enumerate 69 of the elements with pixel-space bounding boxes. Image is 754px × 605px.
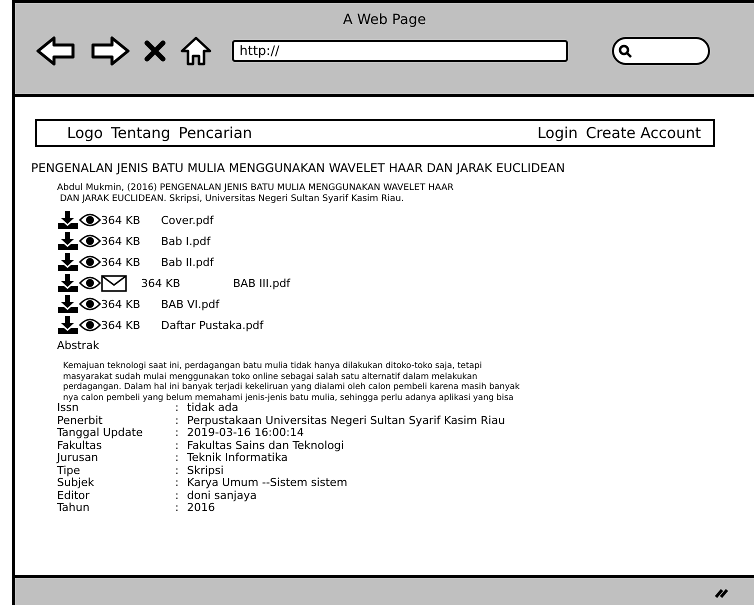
meta-label: Tanggal Update xyxy=(57,427,144,440)
search-field[interactable] xyxy=(612,37,710,65)
meta-separator: : xyxy=(175,440,180,452)
nav-link[interactable]: Logo xyxy=(67,124,103,142)
meta-value: Fakultas Sains dan Teknologi xyxy=(187,440,346,452)
eye-icon[interactable] xyxy=(79,276,101,290)
file-link[interactable]: Bab II.pdf xyxy=(161,256,214,268)
file-link[interactable]: BAB III.pdf xyxy=(233,276,290,290)
eye-icon[interactable] xyxy=(79,255,101,269)
file-link[interactable]: Bab I.pdf xyxy=(161,234,210,248)
download-icon[interactable] xyxy=(57,253,79,271)
meta-value: Skripsi xyxy=(187,464,225,477)
download-icon[interactable] xyxy=(57,211,79,229)
download-icon[interactable] xyxy=(57,232,79,250)
download-icon[interactable] xyxy=(57,316,79,334)
forward-icon[interactable] xyxy=(90,36,130,66)
meta-value: Teknik Informatika xyxy=(187,452,289,464)
citation-text: Abdul Mukmin, (2016) PENGENALAN JENIS BATU MULIA MENGGUNAKAN WAVELET HAAR DAN JARAK EUCLIDEAN. Skripsi, Universitas Negeri Sultan Syarif Kasim Riau. xyxy=(57,183,455,205)
meta-label: Tahun xyxy=(57,502,91,514)
file-size: 364 KB xyxy=(141,276,182,290)
abstract-text: Kemajuan teknologi saat ini, perdagangan batu mulia tidak hanya dilakukan ditoko-toko saja, tetapi masyarakat sudah mulai menggunakan toko online sebagai salah satu alternatif dalam melakukan perdagangan. Dalam hal ini banyak terjadi kekeliruan yang dialami oleh calon pembeli karena masih banyak nya calon pembeli yang belum memahami jenis-jenis batu mulia, sehingga perlu adanya aplikasi yang bisa xyxy=(63,360,521,402)
eye-icon[interactable] xyxy=(79,234,101,248)
meta-separator: : xyxy=(175,452,180,464)
meta-separator: : xyxy=(175,477,180,490)
meta-separator: : xyxy=(175,490,180,502)
meta-separator: : xyxy=(175,427,180,440)
file-size: 364 KB xyxy=(101,234,142,248)
meta-separator: : xyxy=(175,414,180,427)
file-size: 364 KB xyxy=(101,214,142,226)
abstract-heading: Abstrak xyxy=(57,339,100,352)
nav-link[interactable]: Login xyxy=(537,124,578,142)
meta-label: Fakultas xyxy=(57,440,103,452)
file-size: 364 KB xyxy=(101,318,142,332)
download-icon[interactable] xyxy=(57,295,79,313)
nav-link[interactable]: Pencarian xyxy=(178,124,252,142)
back-icon[interactable] xyxy=(36,36,76,66)
meta-label: Subjek xyxy=(57,477,96,490)
nav-link[interactable]: Create Account xyxy=(586,124,701,142)
meta-separator: : xyxy=(175,402,180,414)
meta-value: 2019-03-16 16:00:14 xyxy=(187,427,305,440)
meta-value: doni sanjaya xyxy=(187,490,258,502)
meta-separator: : xyxy=(175,464,180,477)
meta-label: Tipe xyxy=(57,464,82,477)
nav-link[interactable]: Tentang xyxy=(110,124,170,142)
eye-icon[interactable] xyxy=(79,318,101,332)
file-link[interactable]: Cover.pdf xyxy=(161,214,214,226)
envelope-icon[interactable] xyxy=(101,274,127,292)
file-link[interactable]: BAB VI.pdf xyxy=(161,298,220,310)
meta-label: Jurusan xyxy=(57,452,100,464)
download-icon[interactable] xyxy=(57,274,79,292)
window-title: A Web Page xyxy=(342,12,427,28)
page-heading: PENGENALAN JENIS BATU MULIA MENGGUNAKAN WAVELET HAAR DAN JARAK EUCLIDEAN xyxy=(31,161,566,175)
meta-separator: : xyxy=(175,502,180,514)
meta-label: Issn xyxy=(57,402,80,414)
meta-value: 2016 xyxy=(187,502,215,514)
search-icon xyxy=(618,44,632,58)
eye-icon[interactable] xyxy=(79,297,101,311)
home-icon[interactable] xyxy=(180,36,212,66)
meta-value: Karya Umum --Sistem sistem xyxy=(187,477,348,490)
meta-label: Editor xyxy=(57,490,91,502)
meta-label: Penerbit xyxy=(57,414,104,427)
meta-value: Perpustakaan Universitas Negeri Sultan Syarif Kasim Riau xyxy=(187,414,506,427)
close-icon[interactable] xyxy=(144,40,166,62)
meta-value: tidak ada xyxy=(187,402,240,414)
file-size: 364 KB xyxy=(101,298,142,310)
file-link[interactable]: Daftar Pustaka.pdf xyxy=(161,318,264,332)
eye-icon[interactable] xyxy=(79,213,101,227)
file-size: 364 KB xyxy=(101,256,142,268)
address-field[interactable]: http:// xyxy=(232,40,568,62)
